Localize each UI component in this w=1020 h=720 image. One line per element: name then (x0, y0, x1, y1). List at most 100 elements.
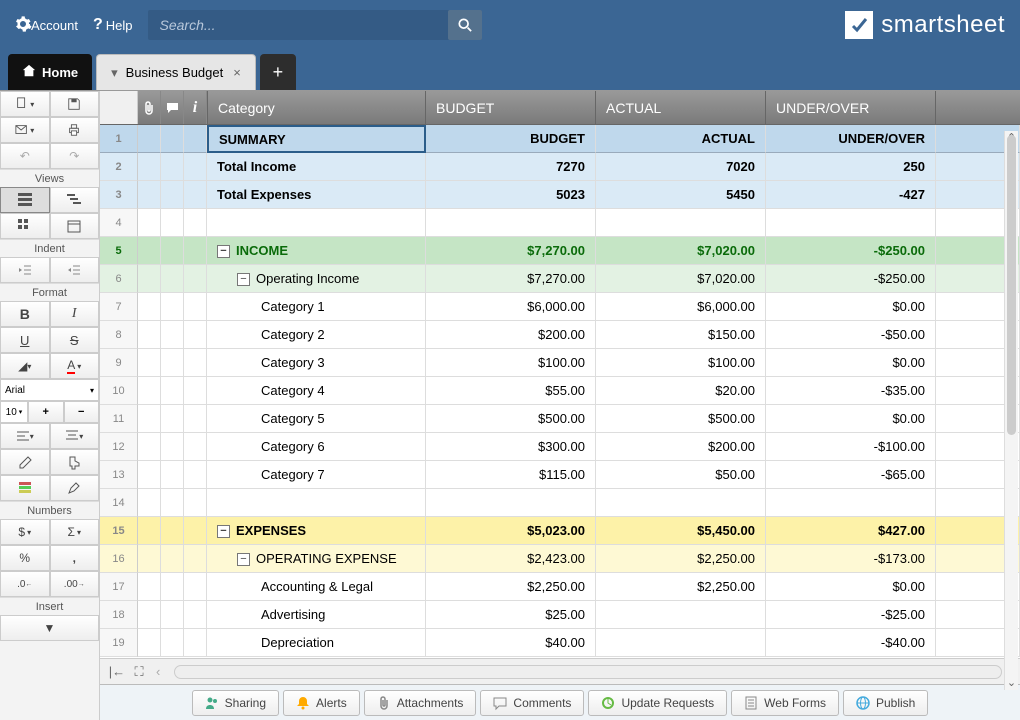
actual-cell[interactable] (596, 489, 766, 517)
row-icon-cell[interactable] (184, 321, 207, 349)
publish-button[interactable]: Publish (843, 690, 928, 716)
row-number[interactable]: 3 (100, 181, 138, 209)
increase-decimal-button[interactable]: .00→ (50, 571, 100, 597)
row-icon-cell[interactable] (161, 461, 184, 489)
category-cell[interactable]: Accounting & Legal (207, 573, 426, 601)
actual-cell[interactable]: $5,450.00 (596, 517, 766, 545)
grid-row[interactable]: 6−Operating Income$7,270.00$7,020.00-$25… (100, 265, 1020, 293)
actual-cell[interactable] (596, 209, 766, 237)
category-cell[interactable] (207, 489, 426, 517)
budget-cell[interactable]: BUDGET (426, 125, 596, 153)
row-icon-cell[interactable] (161, 489, 184, 517)
actual-cell[interactable]: $150.00 (596, 321, 766, 349)
row-number[interactable]: 6 (100, 265, 138, 293)
dropdown-icon[interactable]: ▾ (111, 65, 118, 81)
underover-cell[interactable]: -$25.00 (766, 601, 936, 629)
budget-cell[interactable]: $100.00 (426, 349, 596, 377)
horizontal-scrollbar[interactable] (174, 665, 1001, 679)
budget-cell[interactable]: $6,000.00 (426, 293, 596, 321)
grid-row[interactable]: 13Category 7$115.00$50.00-$65.00 (100, 461, 1020, 489)
actual-cell[interactable]: 5450 (596, 181, 766, 209)
row-number[interactable]: 1 (100, 125, 138, 153)
close-tab-icon[interactable]: × (233, 65, 241, 80)
row-icon-cell[interactable] (138, 461, 161, 489)
info-column-icon[interactable]: i (184, 91, 207, 124)
actual-cell[interactable]: $2,250.00 (596, 573, 766, 601)
row-icon-cell[interactable] (161, 629, 184, 657)
row-icon-cell[interactable] (184, 125, 207, 153)
row-number[interactable]: 16 (100, 545, 138, 573)
row-icon-cell[interactable] (184, 237, 207, 265)
row-number[interactable]: 7 (100, 293, 138, 321)
grid-row[interactable]: 12Category 6$300.00$200.00-$100.00 (100, 433, 1020, 461)
underover-cell[interactable]: $0.00 (766, 573, 936, 601)
grid-row[interactable]: 18Advertising$25.00-$25.00 (100, 601, 1020, 629)
category-cell[interactable]: Category 1 (207, 293, 426, 321)
row-icon-cell[interactable] (138, 545, 161, 573)
row-icon-cell[interactable] (138, 433, 161, 461)
row-number[interactable]: 11 (100, 405, 138, 433)
row-icon-cell[interactable] (184, 489, 207, 517)
row-icon-cell[interactable] (184, 405, 207, 433)
text-color-button[interactable]: A▾ (50, 353, 100, 379)
row-icon-cell[interactable] (184, 349, 207, 377)
attachment-column-icon[interactable] (138, 91, 161, 124)
underover-cell[interactable]: -$35.00 (766, 377, 936, 405)
row-icon-cell[interactable] (184, 265, 207, 293)
row-icon-cell[interactable] (161, 573, 184, 601)
row-icon-cell[interactable] (161, 517, 184, 545)
underover-cell[interactable]: $0.00 (766, 349, 936, 377)
row-number[interactable]: 5 (100, 237, 138, 265)
comments-button[interactable]: Comments (480, 690, 584, 716)
collapse-icon[interactable]: − (217, 525, 230, 538)
category-cell[interactable]: Advertising (207, 601, 426, 629)
search-input[interactable] (148, 17, 448, 33)
actual-cell[interactable]: $100.00 (596, 349, 766, 377)
attachments-button[interactable]: Attachments (364, 690, 477, 716)
category-cell[interactable]: Total Expenses (207, 181, 426, 209)
actual-cell[interactable]: $20.00 (596, 377, 766, 405)
grid-row[interactable]: 3Total Expenses50235450-427 (100, 181, 1020, 209)
insert-more-button[interactable]: ▼ (0, 615, 99, 641)
web-forms-button[interactable]: Web Forms (731, 690, 839, 716)
grid-view-button[interactable] (0, 187, 50, 213)
budget-cell[interactable]: $2,423.00 (426, 545, 596, 573)
italic-button[interactable]: I (50, 301, 100, 327)
category-cell[interactable]: Category 5 (207, 405, 426, 433)
row-number[interactable]: 14 (100, 489, 138, 517)
actual-cell[interactable] (596, 629, 766, 657)
category-cell[interactable] (207, 209, 426, 237)
alerts-button[interactable]: Alerts (283, 690, 360, 716)
row-icon-cell[interactable] (161, 237, 184, 265)
category-cell[interactable]: Category 6 (207, 433, 426, 461)
bold-button[interactable]: B (0, 301, 50, 327)
row-icon-cell[interactable] (184, 629, 207, 657)
underover-cell[interactable] (766, 209, 936, 237)
category-column-header[interactable]: Category (208, 91, 426, 124)
add-tab-button[interactable]: + (260, 54, 296, 90)
row-icon-cell[interactable] (161, 601, 184, 629)
budget-cell[interactable]: $7,270.00 (426, 237, 596, 265)
highlight-button[interactable] (50, 475, 100, 501)
underover-cell[interactable]: -$100.00 (766, 433, 936, 461)
font-size-select[interactable]: 10▾ (0, 401, 28, 423)
email-button[interactable]: ▾ (0, 117, 50, 143)
sharing-button[interactable]: Sharing (192, 690, 279, 716)
budget-cell[interactable] (426, 209, 596, 237)
grid-row[interactable]: 14 (100, 489, 1020, 517)
underover-cell[interactable]: -$40.00 (766, 629, 936, 657)
row-number[interactable]: 8 (100, 321, 138, 349)
format-painter-button[interactable] (50, 449, 100, 475)
row-icon-cell[interactable] (184, 181, 207, 209)
budget-cell[interactable]: $115.00 (426, 461, 596, 489)
row-icon-cell[interactable] (184, 293, 207, 321)
category-cell[interactable]: −Operating Income (207, 265, 426, 293)
category-cell[interactable]: Total Income (207, 153, 426, 181)
underover-cell[interactable]: -$65.00 (766, 461, 936, 489)
underover-cell[interactable]: $427.00 (766, 517, 936, 545)
actual-cell[interactable]: $6,000.00 (596, 293, 766, 321)
row-icon-cell[interactable] (138, 573, 161, 601)
row-icon-cell[interactable] (138, 237, 161, 265)
grid-row[interactable]: 11Category 5$500.00$500.00$0.00 (100, 405, 1020, 433)
budget-cell[interactable]: $40.00 (426, 629, 596, 657)
